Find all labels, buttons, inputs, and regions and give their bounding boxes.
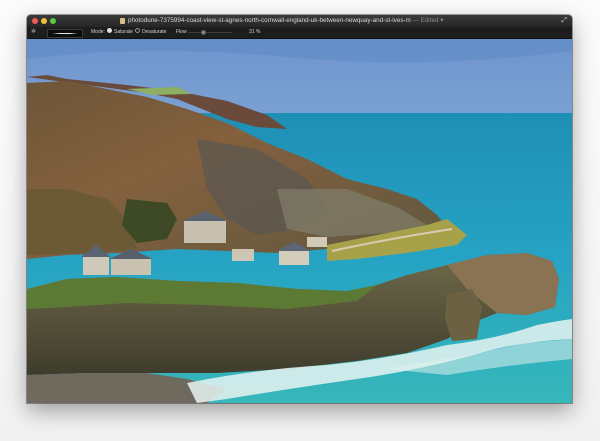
close-button[interactable] [32, 18, 38, 24]
maximize-button[interactable] [50, 18, 56, 24]
window-title: photodune-7375994-coast-view-st-agnes-no… [128, 15, 443, 27]
mode-option-desaturate[interactable]: Desaturate [135, 27, 166, 38]
mode-option-saturate[interactable]: Saturate [107, 27, 133, 38]
title-separator: — [412, 17, 419, 24]
saturate-radio[interactable] [107, 28, 112, 34]
brush-stroke-preview [52, 33, 78, 34]
flow-slider-knob[interactable] [201, 30, 207, 35]
zoom-level[interactable]: 31 % [249, 27, 260, 38]
document-title: photodune-7375994-coast-view-st-agnes-no… [128, 17, 411, 24]
tool-options-bar: ✲ Mode: Saturate Desaturate Flow 31 % [27, 27, 572, 39]
fullscreen-icon[interactable]: ⤢ [561, 17, 567, 25]
document-icon[interactable] [120, 18, 125, 24]
desaturate-label: Desaturate [142, 29, 167, 35]
image-editor-window: photodune-7375994-coast-view-st-agnes-no… [27, 15, 572, 403]
flow-slider[interactable] [188, 32, 232, 33]
image-canvas[interactable] [27, 39, 572, 403]
saturate-label: Saturate [114, 29, 133, 35]
brush-preview[interactable] [47, 29, 83, 38]
flow-label: Flow [176, 29, 187, 35]
desaturate-radio[interactable] [135, 28, 140, 34]
mode-label: Mode: [91, 29, 105, 35]
coast-photo [27, 39, 572, 403]
edited-status[interactable]: Edited ▾ [421, 17, 444, 24]
brush-settings-icon[interactable]: ✲ [31, 27, 36, 38]
minimize-button[interactable] [41, 18, 47, 24]
title-bar[interactable]: photodune-7375994-coast-view-st-agnes-no… [27, 15, 572, 27]
